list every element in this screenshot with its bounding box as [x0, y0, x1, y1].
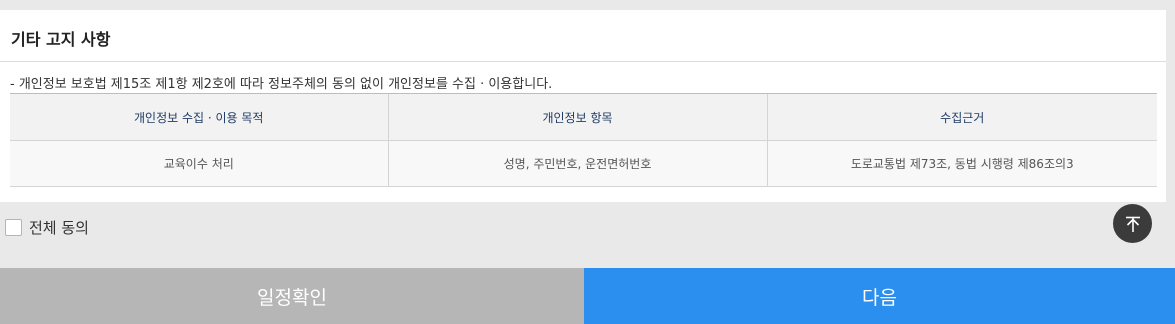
scroll-top-button[interactable]	[1113, 204, 1152, 243]
schedule-check-button[interactable]: 일정확인	[0, 268, 584, 324]
section-title: 기타 고지 사항	[11, 30, 111, 49]
column-header-purpose: 개인정보 수집 · 이용 목적	[10, 93, 388, 141]
next-button[interactable]: 다음	[584, 268, 1175, 324]
arrow-up-to-top-icon	[1125, 216, 1140, 232]
column-header-basis: 수집근거	[766, 93, 1157, 141]
cell-items: 성명, 주민번호, 운전면허번호	[387, 140, 767, 187]
agree-all-row[interactable]: 전체 동의	[5, 217, 89, 237]
table-header-row: 개인정보 수집 · 이용 목적 개인정보 항목 수집근거	[10, 93, 1157, 141]
agree-all-label[interactable]: 전체 동의	[29, 217, 89, 238]
notice-text: - 개인정보 보호법 제15조 제1항 제2호에 따라 정보주체의 동의 없이 …	[10, 77, 553, 92]
table-row: 교육이수 처리 성명, 주민번호, 운전면허번호 도로교통법 제73조, 동법 …	[10, 140, 1157, 187]
cell-purpose: 교육이수 처리	[10, 140, 388, 187]
cell-basis: 도로교통법 제73조, 동법 시행령 제86조의3	[766, 140, 1157, 187]
column-header-items: 개인정보 항목	[387, 93, 767, 141]
notice-panel: 기타 고지 사항 - 개인정보 보호법 제15조 제1항 제2호에 따라 정보주…	[0, 10, 1166, 202]
title-divider	[0, 61, 1166, 62]
agree-all-checkbox[interactable]	[5, 218, 22, 236]
privacy-table: 개인정보 수집 · 이용 목적 개인정보 항목 수집근거 교육이수 처리 성명,…	[10, 93, 1157, 187]
